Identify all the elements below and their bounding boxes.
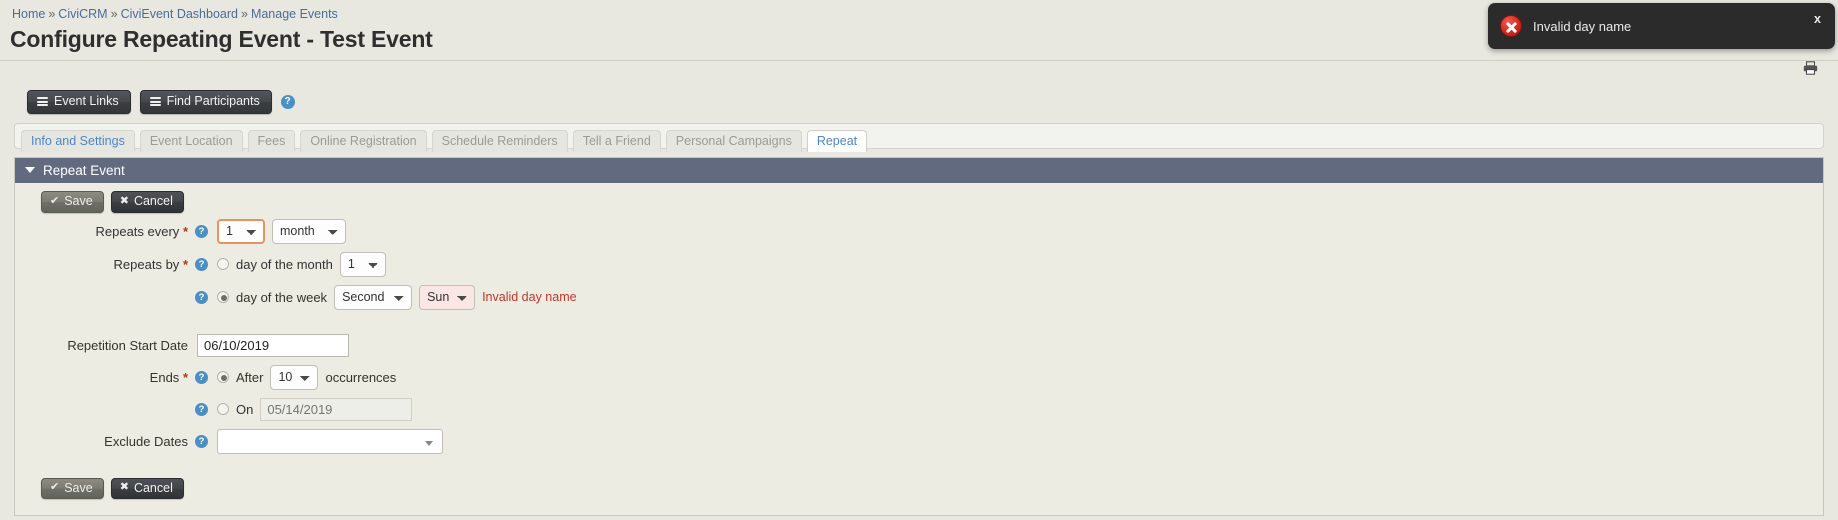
start-date-input[interactable] xyxy=(197,333,349,357)
occurrences-suffix: occurrences xyxy=(325,369,397,385)
day-of-week-label: day of the week xyxy=(236,289,328,305)
week-ordinal-select[interactable]: Second xyxy=(334,284,413,310)
event-links-button[interactable]: Event Links xyxy=(27,90,131,114)
help-icon-day-of-week[interactable]: ? xyxy=(195,290,208,304)
bottom-action-row: ✔ Save ✖ Cancel xyxy=(15,477,1823,506)
exclude-dates-label-text: Exclude Dates xyxy=(104,433,188,449)
required-marker: * xyxy=(182,256,188,272)
day-of-month-select[interactable]: 1 xyxy=(339,251,386,277)
radio-ends-on[interactable] xyxy=(217,403,229,415)
radio-day-of-week[interactable] xyxy=(217,291,229,303)
breadcrumb-separator: » xyxy=(48,7,56,21)
help-icon-ends-on[interactable]: ? xyxy=(195,402,208,416)
occurrences-select[interactable]: 10 xyxy=(270,364,319,390)
repetition-start-date-row: Repetition Start Date xyxy=(15,333,1823,357)
tab-fees[interactable]: Fees xyxy=(247,130,296,152)
tab-online-registration[interactable]: Online Registration xyxy=(300,130,427,152)
ends-after-label: After xyxy=(236,369,264,385)
row-spacer xyxy=(15,318,1823,334)
close-icon: ✖ xyxy=(119,194,129,207)
tab-personal-campaigns[interactable]: Personal Campaigns xyxy=(665,130,802,152)
save-button-bottom[interactable]: ✔ Save xyxy=(41,477,104,499)
cancel-label: Cancel xyxy=(133,194,173,208)
repeat-interval-select[interactable]: 1 xyxy=(217,218,265,244)
help-icon-exclude-dates[interactable]: ? xyxy=(195,434,208,448)
close-icon: ✖ xyxy=(119,481,129,494)
breadcrumb-item-civicrm[interactable]: CiviCRM xyxy=(58,7,107,21)
ends-after-row: Ends * ? After 10 occurrences xyxy=(15,364,1823,390)
repeats-by-label-text: Repeats by xyxy=(113,256,180,272)
start-date-label: Repetition Start Date xyxy=(67,337,188,353)
check-icon: ✔ xyxy=(50,481,60,494)
exclude-dates-label: Exclude Dates xyxy=(15,434,195,449)
day-of-month-label: day of the month xyxy=(236,256,333,272)
tab-info-and-settings[interactable]: Info and Settings xyxy=(21,130,135,152)
radio-ends-after[interactable] xyxy=(217,371,229,383)
repeat-event-panel: Repeat Event ✔ Save ✖ Cancel Repeats eve… xyxy=(14,157,1824,516)
chevron-down-icon[interactable] xyxy=(25,167,35,173)
exclude-dates-select[interactable] xyxy=(217,428,443,454)
error-icon xyxy=(1500,15,1522,37)
toast-message: Invalid day name xyxy=(1533,18,1632,34)
repeats-every-label-text: Repeats every xyxy=(95,223,180,239)
tab-bar: Info and Settings Event Location Fees On… xyxy=(14,123,1824,152)
close-icon[interactable]: x xyxy=(1812,12,1823,26)
tab-repeat[interactable]: Repeat xyxy=(806,130,868,152)
panel-body: ✔ Save ✖ Cancel Repeats every * ? 1 mont… xyxy=(15,183,1823,515)
required-marker: * xyxy=(182,369,188,385)
panel-header: Repeat Event xyxy=(15,158,1823,183)
panel-title: Repeat Event xyxy=(43,162,125,178)
menu-icon xyxy=(37,97,48,106)
top-action-row: ✔ Save ✖ Cancel xyxy=(15,191,1823,219)
ends-on-label: On xyxy=(236,401,254,417)
event-links-label: Event Links xyxy=(54,94,119,109)
tab-list: Info and Settings Event Location Fees On… xyxy=(21,130,1817,152)
breadcrumb-separator: » xyxy=(240,7,248,21)
tab-tell-a-friend[interactable]: Tell a Friend xyxy=(572,130,661,152)
repeats-by-day-of-month-row: Repeats by * ? day of the month 1 xyxy=(15,251,1823,277)
weekday-select[interactable]: Sun xyxy=(419,284,476,310)
repeats-every-label: Repeats every * xyxy=(15,224,195,239)
breadcrumb-item-home[interactable]: Home xyxy=(12,7,45,21)
row-spacer xyxy=(15,462,1823,478)
exclude-dates-row: Exclude Dates ? xyxy=(15,428,1823,454)
action-button-row: Event Links Find Participants ? xyxy=(0,83,1838,117)
ends-label: Ends * xyxy=(15,370,195,385)
breadcrumb-item-manage-events[interactable]: Manage Events xyxy=(251,7,338,21)
breadcrumb-item-civievent-dashboard[interactable]: CiviEvent Dashboard xyxy=(121,7,238,21)
help-icon[interactable]: ? xyxy=(280,95,295,109)
required-marker: * xyxy=(182,223,188,239)
repeat-unit-select[interactable]: month xyxy=(272,218,346,244)
ends-on-row: ? On xyxy=(15,397,1823,421)
repeats-by-label: Repeats by * xyxy=(15,257,195,272)
cancel-button-top[interactable]: ✖ Cancel xyxy=(110,191,184,213)
help-icon-repeats-every[interactable]: ? xyxy=(195,224,208,238)
repeats-by-day-of-week-row: ? day of the week Second Sun Invalid day… xyxy=(15,284,1823,310)
breadcrumb-separator: » xyxy=(110,7,118,21)
help-icon-ends-after[interactable]: ? xyxy=(195,370,208,384)
ends-on-date-input[interactable] xyxy=(260,397,413,421)
print-icon[interactable] xyxy=(1803,61,1818,75)
save-label: Save xyxy=(64,480,93,495)
cancel-button-bottom[interactable]: ✖ Cancel xyxy=(110,477,184,499)
save-label: Save xyxy=(64,194,93,208)
print-row xyxy=(0,61,1838,83)
find-participants-button[interactable]: Find Participants xyxy=(139,90,272,114)
check-icon: ✔ xyxy=(50,194,60,207)
tab-event-location[interactable]: Event Location xyxy=(139,130,243,152)
radio-day-of-month[interactable] xyxy=(217,258,229,270)
save-button-top[interactable]: ✔ Save xyxy=(41,191,104,213)
ends-label-text: Ends xyxy=(149,369,180,385)
help-icon-day-of-month[interactable]: ? xyxy=(195,257,208,271)
repeats-every-row: Repeats every * ? 1 month xyxy=(15,218,1823,244)
weekday-error-message: Invalid day name xyxy=(482,290,577,304)
find-participants-label: Find Participants xyxy=(166,94,260,109)
tab-schedule-reminders[interactable]: Schedule Reminders xyxy=(431,130,568,152)
menu-icon xyxy=(149,97,161,106)
cancel-label: Cancel xyxy=(133,480,173,495)
error-toast: Invalid day name x xyxy=(1488,3,1835,49)
